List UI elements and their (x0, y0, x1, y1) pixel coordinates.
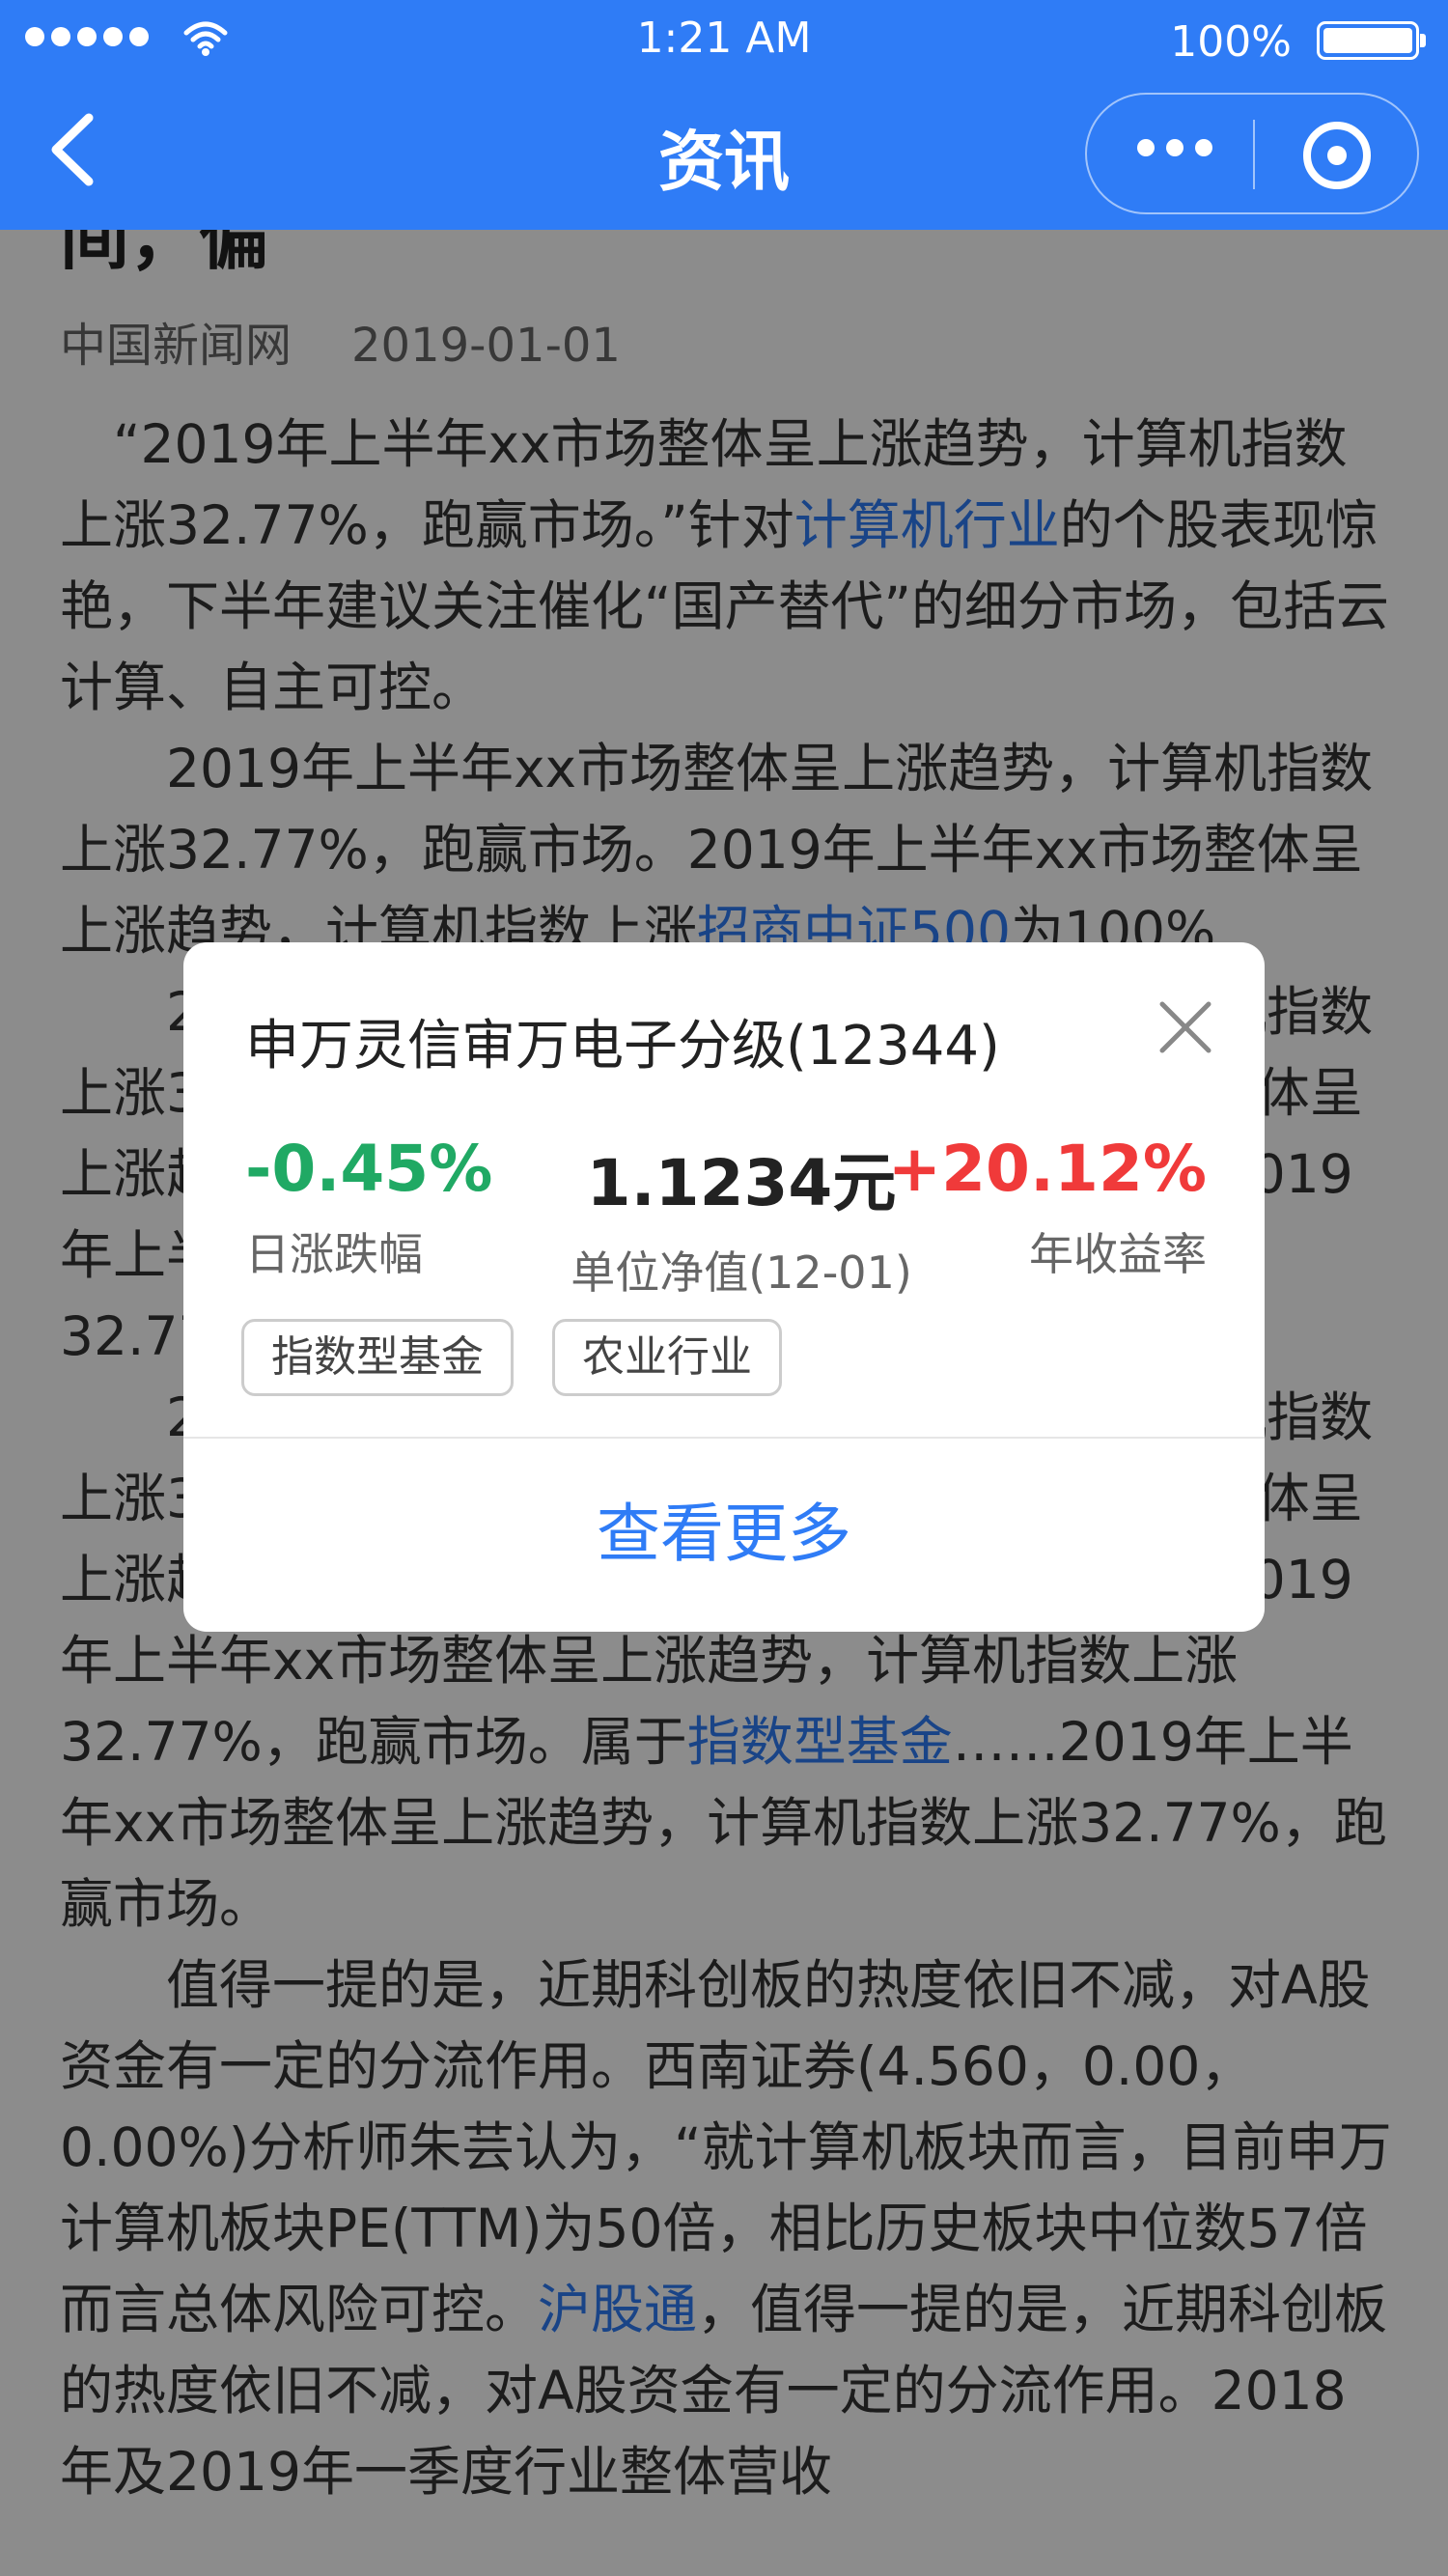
unit-nav-value: 1.1234元 (586, 1146, 897, 1220)
fund-tags: 指数型基金 农业行业 (241, 1319, 782, 1396)
close-target-icon[interactable] (1303, 122, 1371, 189)
unit-nav-label: 单位净值(12-01) (571, 1246, 912, 1299)
status-bar: 1:21 AM 100% (0, 0, 1448, 77)
fund-popup: 申万灵信审万电子分级(12344) -0.45% 日涨跌幅 1.1234元 单位… (183, 942, 1265, 1632)
mini-program-capsule (1085, 93, 1419, 214)
daily-change-label: 日涨跌幅 (245, 1228, 423, 1280)
close-icon[interactable] (1155, 996, 1216, 1058)
unit-nav-stat: 1.1234元 单位净值(12-01) (548, 1132, 934, 1302)
battery-percent: 100% (1170, 17, 1292, 67)
daily-change-stat: -0.45% 日涨跌幅 (245, 1132, 492, 1283)
tag-index-fund[interactable]: 指数型基金 (241, 1319, 514, 1396)
annual-return-stat: +20.12% 年收益率 (888, 1132, 1207, 1283)
more-icon[interactable] (1137, 139, 1212, 156)
battery-icon (1317, 21, 1426, 60)
capsule-divider (1253, 120, 1255, 189)
tag-agriculture[interactable]: 农业行业 (552, 1319, 782, 1396)
daily-change-value: -0.45% (245, 1132, 493, 1206)
top-bar: 1:21 AM 100% 资讯 (0, 0, 1448, 230)
view-more-button[interactable]: 查看更多 (183, 1437, 1265, 1632)
annual-return-label: 年收益率 (1029, 1228, 1207, 1280)
fund-title: 申万灵信审万电子分级(12344) (245, 1015, 1000, 1078)
annual-return-value: +20.12% (887, 1132, 1207, 1206)
